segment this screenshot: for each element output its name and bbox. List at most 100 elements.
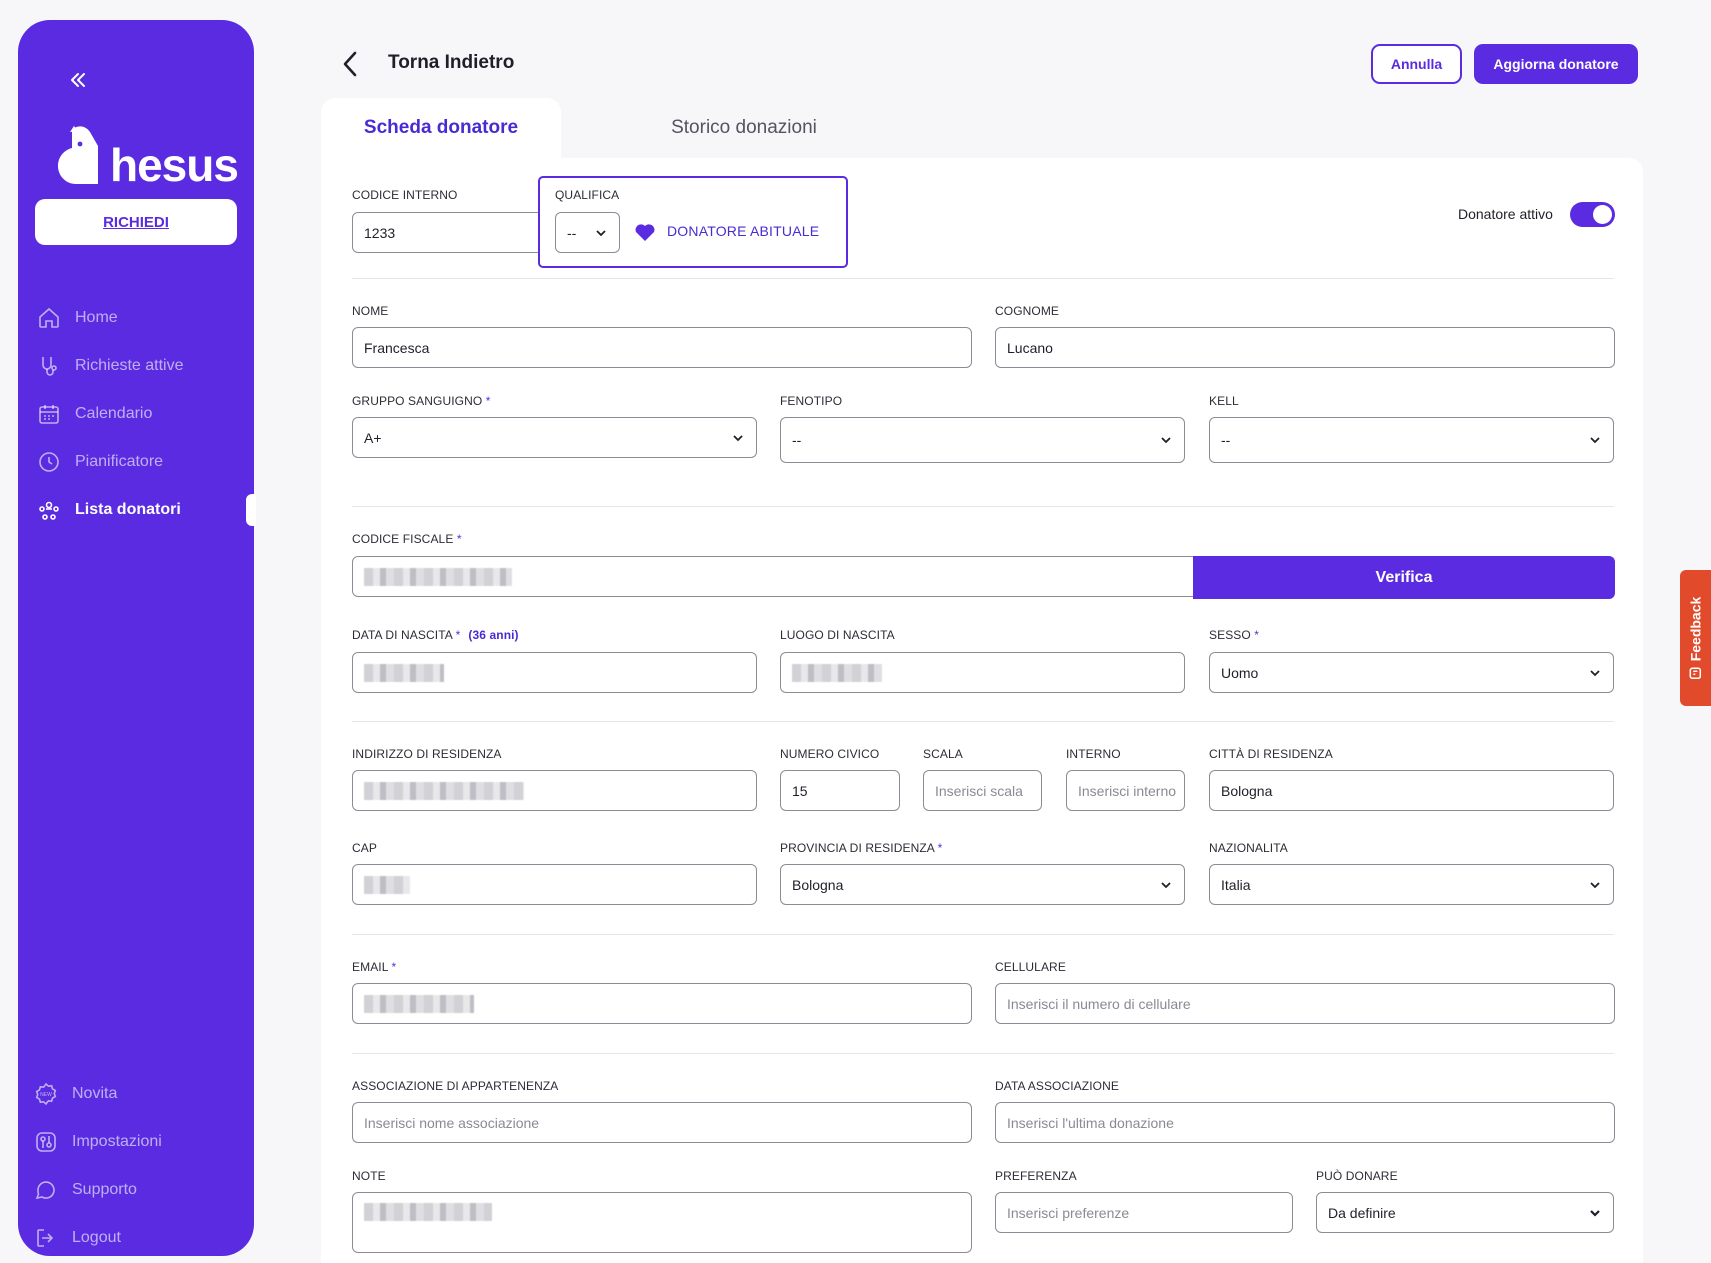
- sidebar: hesus RICHIEDI Home Richieste attive Cal…: [18, 20, 256, 1256]
- tab-storico-donazioni[interactable]: Storico donazioni: [640, 98, 848, 158]
- nav-label-logout: Logout: [72, 1229, 121, 1246]
- preferenza-placeholder: Inserisci preferenze: [1007, 1204, 1130, 1221]
- nome-label: NOME: [352, 304, 389, 318]
- interno-placeholder: Inserisci interno: [1078, 782, 1177, 799]
- nazionalita-select[interactable]: Italia: [1209, 864, 1614, 905]
- verify-button[interactable]: Verifica: [1193, 556, 1615, 599]
- nav-label-pianificatore: Pianificatore: [75, 453, 164, 470]
- settings-icon: [36, 1132, 56, 1152]
- donors-icon: [39, 501, 59, 520]
- cancel-button[interactable]: Annulla: [1371, 44, 1462, 84]
- back-arrow-icon[interactable]: [334, 48, 366, 80]
- redacted-value: [364, 875, 410, 894]
- nav-item-impostazioni[interactable]: Impostazioni: [32, 1118, 242, 1166]
- feedback-label: Feedback: [1687, 596, 1704, 662]
- qualifica-badge: DONATORE ABITUALE: [633, 220, 819, 242]
- qualifica-select[interactable]: --: [555, 212, 620, 253]
- cellulare-input[interactable]: Inserisci il numero di cellulare: [995, 983, 1615, 1024]
- kell-select[interactable]: --: [1209, 417, 1614, 463]
- nav-label-calendario: Calendario: [75, 405, 153, 422]
- preferenza-input[interactable]: Inserisci preferenze: [995, 1192, 1293, 1233]
- divider: [352, 506, 1614, 507]
- clock-icon: [39, 452, 59, 472]
- svg-text:NEW: NEW: [40, 1092, 52, 1098]
- qualifica-badge-text: DONATORE ABITUALE: [667, 223, 820, 239]
- redacted-value: [364, 663, 444, 682]
- brand-logo: hesus: [54, 116, 239, 196]
- cognome-input[interactable]: Lucano: [995, 327, 1615, 368]
- toggle-knob: [1593, 205, 1612, 224]
- redacted-value: [364, 994, 474, 1013]
- kell-value: --: [1221, 432, 1231, 448]
- nav-label-home: Home: [75, 309, 118, 326]
- request-button[interactable]: RICHIEDI: [35, 199, 237, 245]
- chevron-down-icon: [1161, 881, 1171, 888]
- data-nascita-input[interactable]: [352, 652, 757, 693]
- data-associazione-placeholder: Inserisci l'ultima donazione: [1007, 1114, 1174, 1131]
- citta-input[interactable]: Bologna: [1209, 770, 1614, 811]
- nav-label-supporto: Supporto: [72, 1181, 137, 1198]
- provincia-select[interactable]: Bologna: [780, 864, 1185, 905]
- back-link[interactable]: Torna Indietro: [388, 52, 514, 74]
- puo-donare-value: Da definire: [1328, 1204, 1396, 1221]
- fenotipo-label: FENOTIPO: [780, 394, 843, 408]
- nav-item-logout[interactable]: Logout: [32, 1214, 242, 1262]
- drop-mascot-icon: [58, 126, 98, 184]
- nazionalita-label: NAZIONALITA: [1209, 841, 1288, 855]
- feedback-tab[interactable]: Feedback: [1680, 570, 1711, 706]
- nav-item-calendario[interactable]: Calendario: [35, 390, 254, 438]
- redacted-value: [792, 663, 882, 682]
- chevron-down-icon: [1161, 437, 1171, 444]
- puo-donare-select[interactable]: Da definire: [1316, 1192, 1614, 1233]
- logout-icon: [37, 1229, 54, 1247]
- numero-civico-input[interactable]: 15: [780, 770, 900, 811]
- divider: [352, 934, 1614, 935]
- donatore-attivo-label: Donatore attivo: [1458, 206, 1553, 222]
- chevron-down-icon: [1590, 1209, 1600, 1217]
- codice-fiscale-input[interactable]: [352, 556, 1197, 597]
- sesso-select[interactable]: Uomo: [1209, 652, 1614, 693]
- nav-item-pianificatore[interactable]: Pianificatore: [35, 438, 254, 486]
- gruppo-sanguigno-label: GRUPPO SANGUIGNO *: [352, 394, 491, 408]
- nav-item-home[interactable]: Home: [35, 294, 254, 342]
- indirizzo-input[interactable]: [352, 770, 757, 811]
- new-badge-icon: NEW: [35, 1082, 57, 1106]
- note-textarea[interactable]: [352, 1192, 972, 1253]
- cognome-label: COGNOME: [995, 304, 1060, 318]
- scala-input[interactable]: Inserisci scala: [923, 770, 1042, 811]
- qualifica-label: QUALIFICA: [555, 188, 620, 202]
- fenotipo-select[interactable]: --: [780, 417, 1185, 463]
- associazione-label: ASSOCIAZIONE DI APPARTENENZA: [352, 1079, 559, 1093]
- cap-input[interactable]: [352, 864, 757, 905]
- tab-scheda-donatore[interactable]: Scheda donatore: [321, 98, 561, 158]
- codice-interno-label: CODICE INTERNO: [352, 188, 458, 202]
- email-input[interactable]: [352, 983, 972, 1024]
- codice-interno-input[interactable]: 1233: [352, 212, 548, 253]
- bottom-nav: NEW Novita Impostazioni Supporto Logout: [32, 1070, 242, 1262]
- donor-form-card: CODICE INTERNO 1233 QUALIFICA -- DONATOR…: [321, 158, 1643, 1263]
- collapse-sidebar-icon[interactable]: [58, 60, 98, 100]
- chevron-down-icon: [596, 229, 606, 236]
- data-associazione-input[interactable]: Inserisci l'ultima donazione: [995, 1102, 1615, 1143]
- cellulare-label: CELLULARE: [995, 960, 1066, 974]
- nav-item-novita[interactable]: NEW Novita: [32, 1070, 242, 1118]
- data-nascita-label: DATA DI NASCITA * (36 anni): [352, 628, 519, 642]
- scala-label: SCALA: [923, 747, 963, 761]
- numero-civico-label: NUMERO CIVICO: [780, 747, 880, 761]
- donatore-attivo-toggle[interactable]: [1570, 202, 1615, 227]
- update-donor-button[interactable]: Aggiorna donatore: [1474, 44, 1638, 84]
- chevron-down-icon: [733, 434, 743, 441]
- associazione-input[interactable]: Inserisci nome associazione: [352, 1102, 972, 1143]
- interno-input[interactable]: Inserisci interno: [1066, 770, 1185, 811]
- nav-item-supporto[interactable]: Supporto: [32, 1166, 242, 1214]
- gruppo-sanguigno-select[interactable]: A+: [352, 417, 757, 458]
- chevron-down-icon: [1590, 437, 1600, 444]
- support-chat-icon: [35, 1181, 55, 1200]
- sesso-label: SESSO *: [1209, 628, 1260, 642]
- nav-item-richieste-attive[interactable]: Richieste attive: [35, 342, 254, 390]
- luogo-nascita-input[interactable]: [780, 652, 1185, 693]
- nav-label-impostazioni: Impostazioni: [72, 1133, 162, 1150]
- nazionalita-value: Italia: [1221, 876, 1251, 893]
- nome-input[interactable]: Francesca: [352, 327, 972, 368]
- nav-item-lista-donatori[interactable]: Lista donatori: [35, 486, 256, 534]
